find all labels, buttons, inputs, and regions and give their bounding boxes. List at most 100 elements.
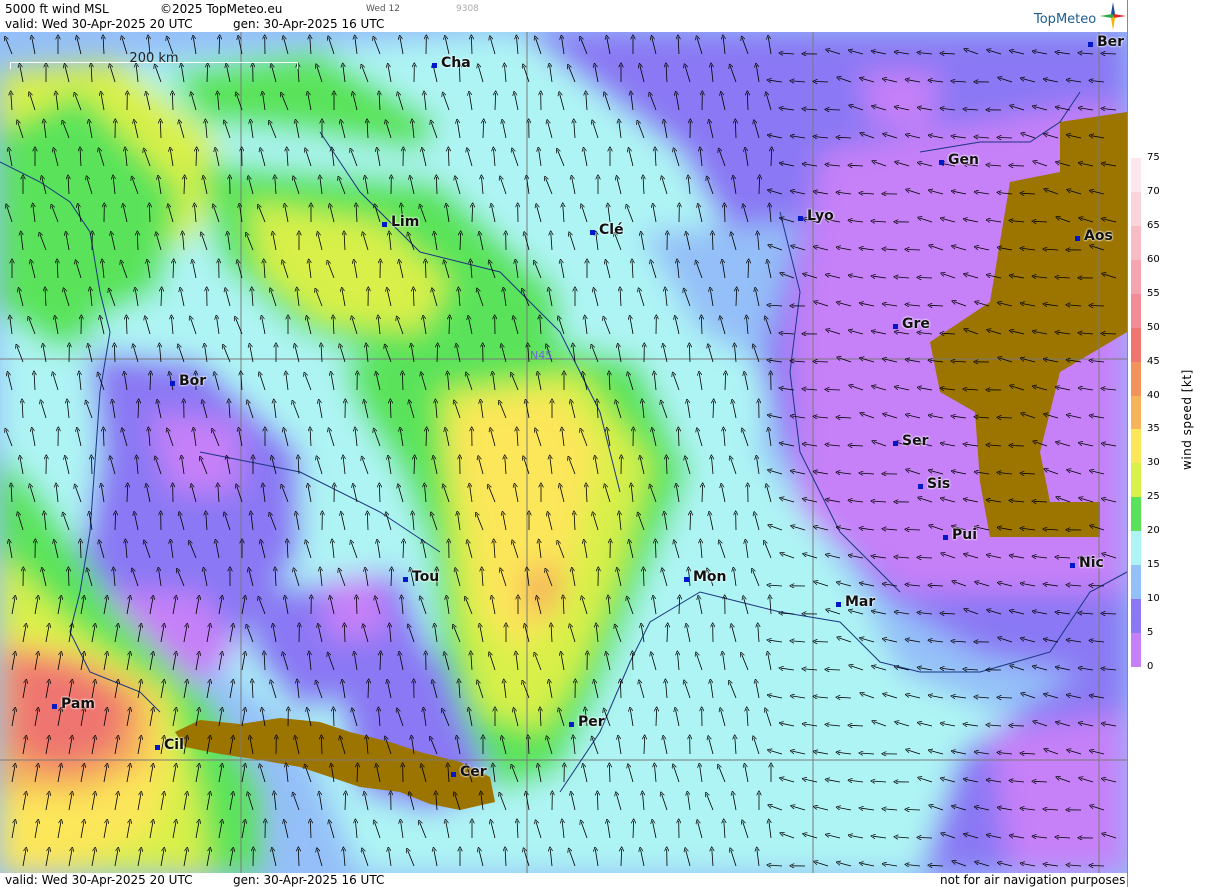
legend-tick-label: 15 [1147, 559, 1160, 571]
wind-arrow [907, 810, 921, 811]
city-marker [893, 441, 898, 446]
wind-arrow [999, 418, 1013, 419]
wind-arrow [919, 558, 933, 559]
wind-arrow [919, 838, 933, 839]
city-label: Nic [1079, 555, 1104, 571]
legend-tick-label: 10 [1147, 593, 1160, 605]
color-bar-segment [1131, 497, 1141, 532]
city-label: Cer [460, 764, 487, 780]
compass-star-icon [1100, 2, 1126, 30]
city-marker [836, 602, 841, 607]
city-nic: Nic [1070, 555, 1104, 571]
wind-arrow [1103, 54, 1117, 55]
legend-tick-label: 5 [1147, 627, 1154, 639]
wind-arrow [815, 642, 829, 643]
footer-valid: valid: Wed 30-Apr-2025 20 UTC [5, 873, 193, 887]
color-bar-segment [1131, 531, 1141, 566]
copyright: ©2025 TopMeteo.eu [160, 2, 283, 16]
city-mon: Mon [684, 569, 727, 585]
city-label: Gen [948, 152, 979, 168]
city-label: Lyo [807, 208, 834, 224]
product-title: 5000 ft wind MSL [5, 2, 109, 16]
city-gre: Gre [893, 316, 930, 332]
legend-tick-label: 35 [1147, 423, 1160, 435]
wind-arrow [815, 82, 829, 83]
city-marker [170, 381, 175, 386]
city-label: Cil [164, 737, 184, 753]
city-label: Mar [845, 594, 876, 610]
city-label: Gre [902, 316, 930, 332]
city-marker [52, 704, 57, 709]
city-label: Tou [412, 569, 440, 585]
wind-arrow [907, 250, 921, 251]
city-marker [893, 324, 898, 329]
city-marker [382, 222, 387, 227]
generated-time: gen: 30-Apr-2025 16 UTC [233, 17, 385, 31]
city-label: Cha [441, 55, 471, 71]
color-bar-segment [1131, 293, 1141, 329]
legend-tick-label: 60 [1147, 253, 1160, 265]
city-label: Mon [693, 569, 727, 585]
city-label: Clé [599, 222, 624, 238]
city-marker [1088, 42, 1093, 47]
latitude-label: N45 [530, 349, 553, 362]
city-marker [403, 577, 408, 582]
city-pam: Pam [52, 696, 95, 712]
color-bar-segment [1131, 191, 1141, 227]
color-bar-segment [1131, 259, 1141, 295]
city-label: Pui [952, 527, 978, 543]
legend-tick-label: 55 [1147, 287, 1160, 299]
city-per: Per [569, 714, 605, 730]
city-sis: Sis [918, 476, 950, 492]
city-bor: Bor [170, 373, 206, 389]
city-marker [798, 216, 803, 221]
small-day: Wed 12 [366, 4, 400, 14]
color-bar-segment [1131, 599, 1141, 634]
wind-arrow [827, 670, 841, 671]
legend-tick-label: 20 [1147, 525, 1160, 537]
city-gen: Gen [939, 152, 979, 168]
city-label: Pam [61, 696, 95, 712]
city-ber: Ber [1088, 34, 1124, 50]
legend-tick-label: 50 [1147, 321, 1160, 333]
city-marker [918, 484, 923, 489]
color-bar-segment [1131, 633, 1141, 668]
city-cil: Cil [155, 737, 184, 753]
wind-arrow [1011, 726, 1025, 727]
legend-tick-label: 0 [1147, 661, 1154, 672]
legend-tick-label: 45 [1147, 355, 1160, 367]
wind-arrow [1091, 586, 1105, 587]
legend-unit: wind speed [kt] [1180, 369, 1194, 470]
city-marker [432, 63, 437, 68]
city-label: Ber [1097, 34, 1125, 50]
city-marker [451, 772, 456, 777]
topmeteo-logo: TopMeteo [1034, 12, 1097, 27]
wind-arrow [1091, 866, 1105, 867]
color-bar-segment [1131, 225, 1141, 261]
city-label: Lim [391, 214, 420, 230]
city-clé: Clé [590, 222, 624, 238]
wind-arrow [827, 110, 841, 111]
wind-arrow [1011, 166, 1025, 167]
legend-tick-label: 75 [1147, 152, 1160, 163]
city-marker [1075, 236, 1080, 241]
city-tou: Tou [403, 569, 439, 585]
city-pui: Pui [943, 527, 977, 543]
small-code: 9308 [456, 4, 479, 14]
color-bar [1131, 158, 1141, 668]
city-marker [155, 745, 160, 750]
color-bar-segment [1131, 429, 1141, 464]
city-lim: Lim [382, 214, 419, 230]
city-marker [590, 230, 595, 235]
color-bar-segment [1131, 565, 1141, 600]
wind-arrow [1011, 446, 1025, 447]
wind-arrow [827, 390, 841, 391]
legend-tick-label: 40 [1147, 389, 1160, 401]
city-ser: Ser [893, 433, 928, 449]
color-bar-segment [1131, 463, 1141, 498]
city-aos: Aos [1075, 228, 1113, 244]
color-bar-segment [1131, 395, 1141, 430]
city-marker [943, 535, 948, 540]
wind-arrow [999, 138, 1013, 139]
valid-time: valid: Wed 30-Apr-2025 20 UTC [5, 17, 193, 31]
